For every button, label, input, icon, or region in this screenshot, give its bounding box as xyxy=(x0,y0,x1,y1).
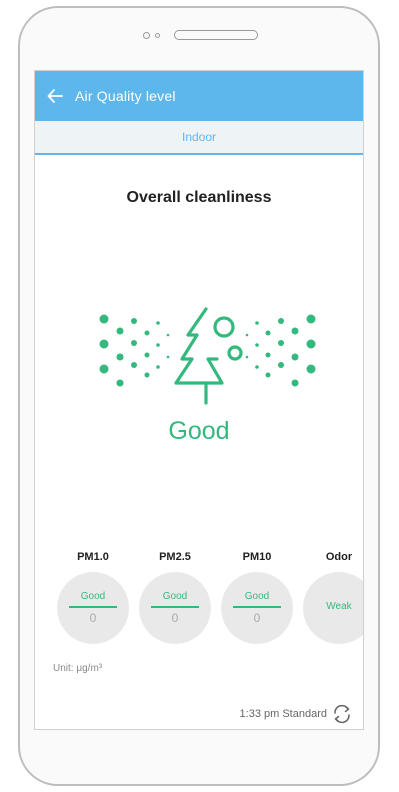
unit-label: Unit: μg/m³ xyxy=(53,663,103,674)
refresh-icon xyxy=(334,704,350,724)
metric-value: 0 xyxy=(89,611,97,625)
metric-divider xyxy=(151,606,199,608)
refresh-button[interactable] xyxy=(331,703,353,729)
phone-frame: Air Quality level Indoor Overall cleanli… xyxy=(18,6,380,786)
metric-circle[interactable]: Good 0 xyxy=(221,572,293,644)
camera-icon xyxy=(143,32,150,39)
overall-status: Good xyxy=(168,417,230,445)
sensor-icon xyxy=(155,33,160,38)
metric-pm25: PM2.5 Good 0 xyxy=(137,547,213,644)
page-title: Air Quality level xyxy=(75,88,176,104)
back-button[interactable] xyxy=(35,71,75,121)
metric-quality: Good xyxy=(162,591,188,602)
metric-circle[interactable]: Good 0 xyxy=(139,572,211,644)
metric-label: PM2.5 xyxy=(159,551,191,563)
metric-label: PM1.0 xyxy=(77,551,109,563)
tab-bar: Indoor xyxy=(35,121,363,155)
phone-top-bezel xyxy=(20,8,378,66)
tab-indoor[interactable]: Indoor xyxy=(182,130,216,144)
metric-circle[interactable]: Good 0 xyxy=(57,572,129,644)
metrics-row: PM1.0 Good 0 PM2.5 Good 0 PM10 Good 0 Od… xyxy=(55,547,363,677)
metric-divider xyxy=(69,606,117,608)
last-updated: 1:33 pm Standard xyxy=(239,708,327,720)
metric-circle[interactable]: Weak xyxy=(303,572,363,644)
speaker-icon xyxy=(174,30,258,40)
tree-icon xyxy=(99,307,316,405)
metric-divider xyxy=(233,606,281,608)
metric-value: 0 xyxy=(253,611,261,625)
metric-quality: Good xyxy=(244,591,270,602)
overall-title: Overall cleanliness xyxy=(126,189,272,206)
metric-odor: Odor Weak xyxy=(301,547,363,644)
arrow-left-icon xyxy=(47,89,63,103)
metric-pm10: PM10 Good 0 xyxy=(219,547,295,644)
metric-value: 0 xyxy=(171,611,179,625)
metric-pm1: PM1.0 Good 0 xyxy=(55,547,131,644)
app-bar: Air Quality level xyxy=(35,71,363,121)
metric-label: Odor xyxy=(325,551,353,563)
metric-label: PM10 xyxy=(242,551,272,563)
metric-quality: Good xyxy=(80,591,106,602)
metric-quality: Weak xyxy=(326,601,352,612)
app-screen: Air Quality level Indoor Overall cleanli… xyxy=(34,70,364,730)
